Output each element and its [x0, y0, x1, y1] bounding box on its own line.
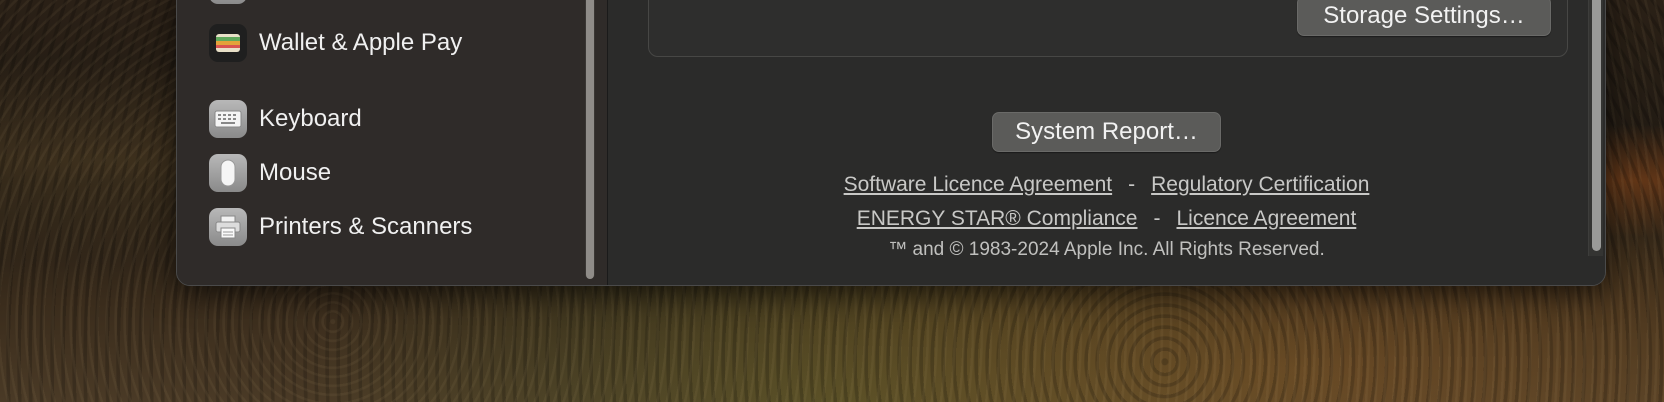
sidebar-item-label: Wallet & Apple Pay [259, 29, 463, 56]
sidebar-scrollbar-thumb[interactable] [586, 0, 594, 279]
keyboard-icon [209, 100, 247, 138]
sidebar-item-mouse[interactable]: Mouse [209, 153, 331, 193]
main-content: Storage Settings… System Report… Softwar… [608, 0, 1605, 285]
links-row-2: ENERGY STAR® Compliance - Licence Agreemen… [608, 207, 1605, 231]
sidebar: Wallet & Apple Pay Keyboard Mouse Printe… [177, 0, 608, 285]
storage-settings-button[interactable]: Storage Settings… [1297, 0, 1551, 36]
sidebar-item-keyboard[interactable]: Keyboard [209, 99, 362, 139]
system-settings-window: Wallet & Apple Pay Keyboard Mouse Printe… [176, 0, 1606, 286]
partial-icon [209, 0, 247, 4]
mouse-icon [209, 154, 247, 192]
licence-agreement-link[interactable]: Licence Agreement [1177, 207, 1357, 230]
wallet-icon [209, 24, 247, 62]
sidebar-scrollbar[interactable] [585, 0, 595, 279]
main-scrollbar[interactable] [1588, 0, 1603, 256]
sidebar-item-label: Printers & Scanners [259, 213, 473, 240]
copyright-text: ™ and © 1983-2024 Apple Inc. All Rights … [888, 239, 1325, 260]
sidebar-item-wallet[interactable]: Wallet & Apple Pay [209, 23, 462, 63]
storage-panel: Storage Settings… [648, 0, 1568, 57]
software-licence-link[interactable]: Software Licence Agreement [844, 173, 1113, 196]
printer-icon [209, 208, 247, 246]
main-scrollbar-thumb[interactable] [1592, 0, 1601, 251]
sidebar-item-printers[interactable]: Printers & Scanners [209, 207, 472, 247]
link-separator: - [1128, 173, 1136, 196]
system-report-button[interactable]: System Report… [992, 112, 1221, 152]
sidebar-item-label: Mouse [259, 159, 332, 186]
link-separator: - [1153, 207, 1161, 230]
energy-star-link[interactable]: ENERGY STAR® Compliance [857, 207, 1138, 230]
sidebar-item-label: Keyboard [259, 105, 362, 132]
links-row-1: Software Licence Agreement - Regulatory Ce… [608, 173, 1605, 197]
sidebar-item-partial[interactable] [209, 0, 259, 9]
regulatory-certification-link[interactable]: Regulatory Certification [1151, 173, 1369, 196]
